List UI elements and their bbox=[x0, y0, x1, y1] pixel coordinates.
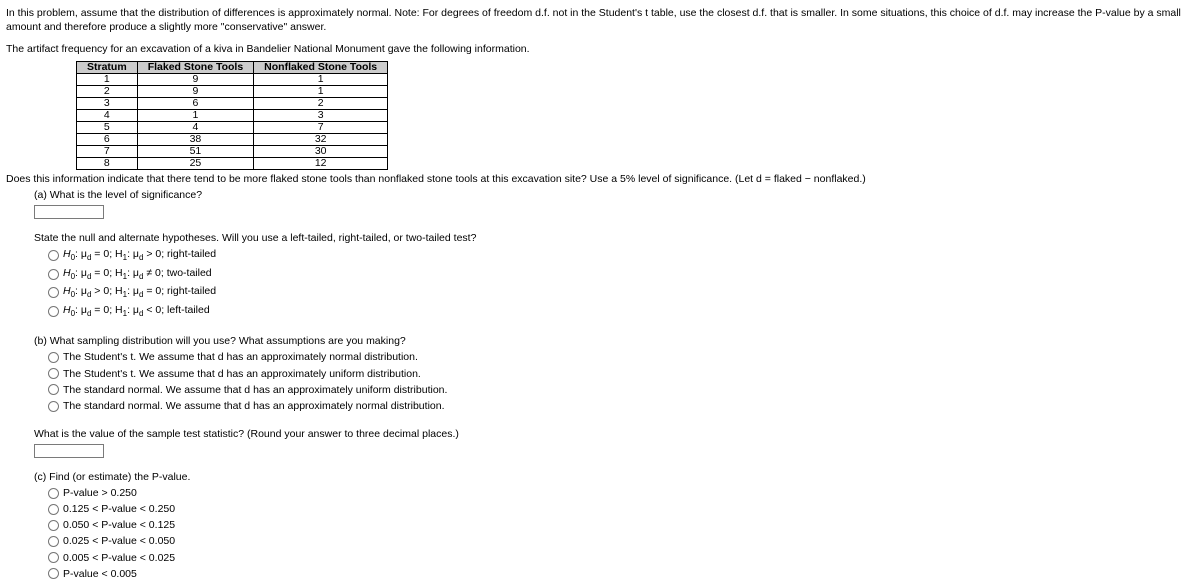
dist-radio-4[interactable] bbox=[48, 401, 59, 412]
pvalue-radio-6[interactable] bbox=[48, 568, 59, 579]
artifact-line: The artifact frequency for an excavation… bbox=[6, 42, 1194, 56]
hyp-label: H0: μd = 0; H1: μd ≠ 0; two-tailed bbox=[63, 266, 212, 283]
question-line: Does this information indicate that ther… bbox=[6, 172, 1194, 186]
hyp-option-4[interactable]: H0: μd = 0; H1: μd < 0; left-tailed bbox=[48, 303, 1194, 320]
hyp-option-1[interactable]: H0: μd = 0; H1: μd > 0; right-tailed bbox=[48, 247, 1194, 264]
test-stat-input[interactable] bbox=[34, 444, 104, 458]
dist-option-1[interactable]: The Student's t. We assume that d has an… bbox=[48, 350, 1194, 364]
table-row: 82512 bbox=[77, 157, 388, 169]
table-row: 362 bbox=[77, 97, 388, 109]
table-row: 413 bbox=[77, 109, 388, 121]
part-b-label: (b) What sampling distribution will you … bbox=[34, 334, 1194, 348]
pvalue-label: 0.005 < P-value < 0.025 bbox=[63, 551, 175, 565]
dist-option-4[interactable]: The standard normal. We assume that d ha… bbox=[48, 399, 1194, 413]
test-stat-prompt: What is the value of the sample test sta… bbox=[34, 427, 1194, 441]
part-c-label: (c) Find (or estimate) the P-value. bbox=[34, 470, 1194, 484]
intro-text: In this problem, assume that the distrib… bbox=[6, 6, 1194, 34]
hyp-option-3[interactable]: H0: μd > 0; H1: μd = 0; right-tailed bbox=[48, 284, 1194, 301]
hyp-radio-1[interactable] bbox=[48, 250, 59, 261]
pvalue-option-6[interactable]: P-value < 0.005 bbox=[48, 567, 1194, 581]
significance-input[interactable] bbox=[34, 205, 104, 219]
hypotheses-prompt: State the null and alternate hypotheses.… bbox=[34, 231, 1194, 245]
table-row: 547 bbox=[77, 121, 388, 133]
hyp-label: H0: μd = 0; H1: μd < 0; left-tailed bbox=[63, 303, 210, 320]
pvalue-label: P-value < 0.005 bbox=[63, 567, 137, 581]
data-table: Stratum Flaked Stone Tools Nonflaked Sto… bbox=[76, 61, 388, 170]
hyp-label: H0: μd > 0; H1: μd = 0; right-tailed bbox=[63, 284, 216, 301]
pvalue-label: P-value > 0.250 bbox=[63, 486, 137, 500]
pvalue-radio-4[interactable] bbox=[48, 536, 59, 547]
pvalue-option-2[interactable]: 0.125 < P-value < 0.250 bbox=[48, 502, 1194, 516]
dist-option-2[interactable]: The Student's t. We assume that d has an… bbox=[48, 367, 1194, 381]
pvalue-label: 0.050 < P-value < 0.125 bbox=[63, 518, 175, 532]
pvalue-radio-1[interactable] bbox=[48, 488, 59, 499]
col-flaked: Flaked Stone Tools bbox=[137, 61, 253, 73]
hyp-radio-3[interactable] bbox=[48, 287, 59, 298]
pvalue-radio-3[interactable] bbox=[48, 520, 59, 531]
hyp-option-2[interactable]: H0: μd = 0; H1: μd ≠ 0; two-tailed bbox=[48, 266, 1194, 283]
dist-radio-1[interactable] bbox=[48, 352, 59, 363]
pvalue-radio-5[interactable] bbox=[48, 552, 59, 563]
table-row: 63832 bbox=[77, 133, 388, 145]
pvalue-radio-2[interactable] bbox=[48, 504, 59, 515]
table-row: 291 bbox=[77, 85, 388, 97]
pvalue-option-4[interactable]: 0.025 < P-value < 0.050 bbox=[48, 534, 1194, 548]
table-row: 75130 bbox=[77, 145, 388, 157]
dist-label: The Student's t. We assume that d has an… bbox=[63, 350, 418, 364]
part-a-label: (a) What is the level of significance? bbox=[34, 188, 1194, 202]
hyp-radio-2[interactable] bbox=[48, 269, 59, 280]
pvalue-option-1[interactable]: P-value > 0.250 bbox=[48, 486, 1194, 500]
dist-label: The standard normal. We assume that d ha… bbox=[63, 399, 445, 413]
pvalue-label: 0.025 < P-value < 0.050 bbox=[63, 534, 175, 548]
pvalue-option-5[interactable]: 0.005 < P-value < 0.025 bbox=[48, 551, 1194, 565]
col-nonflaked: Nonflaked Stone Tools bbox=[254, 61, 388, 73]
pvalue-label: 0.125 < P-value < 0.250 bbox=[63, 502, 175, 516]
dist-option-3[interactable]: The standard normal. We assume that d ha… bbox=[48, 383, 1194, 397]
table-row: 191 bbox=[77, 73, 388, 85]
pvalue-option-3[interactable]: 0.050 < P-value < 0.125 bbox=[48, 518, 1194, 532]
dist-label: The Student's t. We assume that d has an… bbox=[63, 367, 421, 381]
dist-radio-3[interactable] bbox=[48, 384, 59, 395]
hyp-label: H0: μd = 0; H1: μd > 0; right-tailed bbox=[63, 247, 216, 264]
dist-radio-2[interactable] bbox=[48, 368, 59, 379]
hyp-radio-4[interactable] bbox=[48, 306, 59, 317]
dist-label: The standard normal. We assume that d ha… bbox=[63, 383, 447, 397]
col-stratum: Stratum bbox=[77, 61, 138, 73]
table-header-row: Stratum Flaked Stone Tools Nonflaked Sto… bbox=[77, 61, 388, 73]
